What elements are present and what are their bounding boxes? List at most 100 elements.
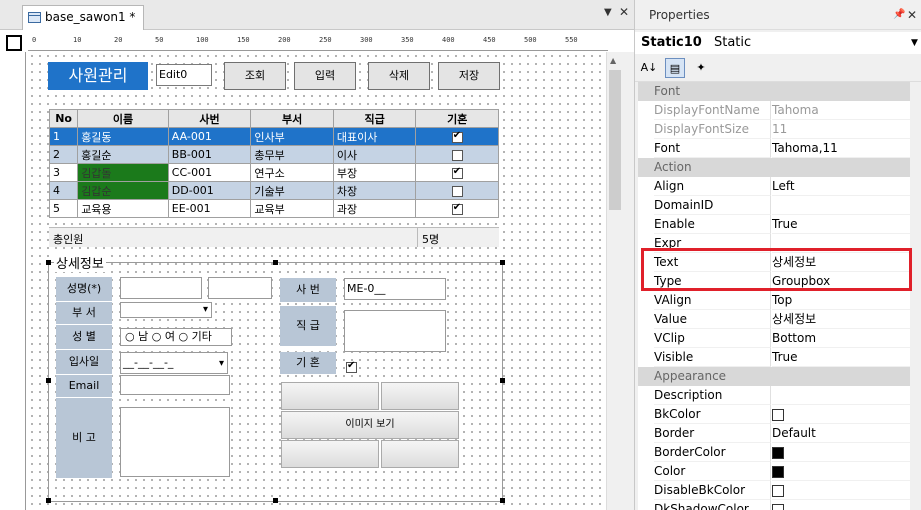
property-category[interactable]: −Action	[638, 158, 910, 177]
property-grid[interactable]: −FontDisplayFontNameTahomaDisplayFontSiz…	[638, 82, 910, 510]
dept-combo[interactable]	[120, 302, 212, 318]
grid-cell-married[interactable]	[415, 163, 499, 182]
property-grid-scrollbar[interactable]	[910, 82, 921, 510]
document-tab[interactable]: base_sawon1 *	[22, 5, 145, 30]
table-row[interactable]: 2 홍길순 BB-001 총무부 이사	[48, 145, 499, 164]
rank-input[interactable]	[344, 310, 446, 352]
property-value[interactable]	[772, 500, 910, 510]
property-row[interactable]: Font Tahoma,11	[638, 139, 910, 158]
grid-cell-dept[interactable]: 인사부	[250, 127, 334, 146]
grid-cell-married[interactable]	[415, 181, 499, 200]
grid-cell-id[interactable]: DD-001	[167, 181, 252, 200]
property-value[interactable]: 상세정보	[772, 310, 910, 329]
property-row[interactable]: DisplayFontSize 11	[638, 120, 910, 139]
scrollbar-thumb[interactable]	[609, 70, 621, 210]
grid-cell-married[interactable]	[415, 145, 499, 164]
grid-cell-no[interactable]: 2	[48, 145, 79, 164]
property-row[interactable]: Align Left	[638, 177, 910, 196]
chevron-down-icon[interactable]: ▼	[911, 32, 918, 54]
property-row[interactable]: BorderColor	[638, 443, 910, 462]
button-3[interactable]: 저장	[438, 62, 500, 90]
gender-radio-group[interactable]: ○ 남 ○ 여 ○ 기타	[120, 328, 232, 346]
property-row[interactable]: VClip Bottom	[638, 329, 910, 348]
property-row[interactable]: Visible True	[638, 348, 910, 367]
tab-list-dropdown-icon[interactable]: ▼	[604, 7, 612, 18]
property-value[interactable]: True	[772, 348, 910, 367]
property-row[interactable]: Description	[638, 386, 910, 405]
grid-header-cell[interactable]: 사번	[167, 109, 252, 128]
grid-cell-name[interactable]: 김갑순	[77, 181, 169, 200]
title-static[interactable]: 사원관리	[48, 62, 148, 90]
property-value[interactable]: True	[772, 215, 910, 234]
property-category[interactable]: −Appearance	[638, 367, 910, 386]
grid-header-cell[interactable]: 부서	[250, 109, 334, 128]
property-row[interactable]: DisplayFontName Tahoma	[638, 101, 910, 120]
grid-cell-rank[interactable]: 부장	[332, 163, 417, 182]
joined-date-combo[interactable]: __-__-__-_	[120, 352, 228, 374]
property-row[interactable]: BkColor	[638, 405, 910, 424]
sort-alphabetical-icon[interactable]: A↓	[639, 58, 659, 78]
table-row[interactable]: 5 교육용 EE-001 교육부 과장	[48, 199, 499, 218]
property-value[interactable]: Left	[772, 177, 910, 196]
categorized-view-icon[interactable]: ▤	[665, 58, 685, 78]
property-category[interactable]: −Font	[638, 82, 910, 101]
pin-icon[interactable]: 📌	[893, 0, 905, 30]
scroll-up-icon[interactable]: ▲	[610, 56, 616, 65]
property-value[interactable]: Tahoma	[772, 101, 910, 120]
grid-cell-married[interactable]	[415, 199, 499, 218]
grid-header-cell[interactable]: 기혼	[415, 109, 499, 128]
table-row[interactable]: 4 김갑순 DD-001 기술부 차장	[48, 181, 499, 200]
property-row[interactable]: Border Default	[638, 424, 910, 443]
grid-cell-id[interactable]: BB-001	[167, 145, 252, 164]
image-button-2[interactable]	[381, 382, 459, 410]
grid-cell-rank[interactable]: 이사	[332, 145, 417, 164]
grid-cell-id[interactable]: EE-001	[167, 199, 252, 218]
image-button-5[interactable]	[381, 440, 459, 468]
radio-other[interactable]: ○ 기타	[178, 330, 211, 343]
property-value[interactable]	[772, 196, 910, 215]
image-view-button[interactable]: 이미지 보기	[281, 411, 459, 439]
property-row[interactable]: DomainID	[638, 196, 910, 215]
grid-cell-dept[interactable]: 연구소	[250, 163, 334, 182]
selection-handle[interactable]	[500, 260, 505, 265]
property-value[interactable]: Tahoma,11	[772, 139, 910, 158]
grid-header-cell[interactable]: No	[48, 109, 79, 128]
married-checkbox-cell[interactable]	[451, 185, 463, 197]
property-value[interactable]: Top	[772, 291, 910, 310]
property-row[interactable]: DisableBkColor	[638, 481, 910, 500]
property-value[interactable]: 11	[772, 120, 910, 139]
property-value[interactable]: Default	[772, 424, 910, 443]
married-checkbox-cell[interactable]	[451, 149, 463, 161]
property-row[interactable]: VAlign Top	[638, 291, 910, 310]
grid-cell-rank[interactable]: 차장	[332, 181, 417, 200]
property-row[interactable]: Color	[638, 462, 910, 481]
button-2[interactable]: 삭제	[368, 62, 430, 90]
table-row[interactable]: 3 김갑돌 CC-001 연구소 부장	[48, 163, 499, 182]
grid-cell-name[interactable]: 홍길동	[77, 127, 169, 146]
name-input-2[interactable]	[208, 277, 272, 299]
button-0[interactable]: 조회	[224, 62, 286, 90]
married-checkbox-cell[interactable]	[451, 202, 463, 215]
grid-cell-name[interactable]: 홍길순	[77, 145, 169, 164]
property-row[interactable]: DkShadowColor	[638, 500, 910, 510]
selection-handle[interactable]	[500, 498, 505, 503]
property-row[interactable]: Enable True	[638, 215, 910, 234]
property-value[interactable]	[772, 481, 910, 500]
married-checkbox-cell[interactable]	[451, 130, 463, 143]
grid-header-cell[interactable]: 직급	[332, 109, 417, 128]
property-value[interactable]: Bottom	[772, 329, 910, 348]
button-1[interactable]: 입력	[294, 62, 356, 90]
property-value[interactable]	[772, 462, 910, 481]
property-value[interactable]	[772, 386, 910, 405]
grid-cell-rank[interactable]: 과장	[332, 199, 417, 218]
table-row[interactable]: 1 홍길동 AA-001 인사부 대표이사	[48, 127, 499, 146]
grid-cell-no[interactable]: 4	[48, 181, 79, 200]
employee-grid[interactable]: No이름사번부서직급기혼 1홍길동AA-001인사부대표이사2홍길순BB-001…	[48, 109, 499, 218]
selection-handle[interactable]	[273, 498, 278, 503]
selection-handle[interactable]	[46, 378, 51, 383]
grid-cell-dept[interactable]: 총무부	[250, 145, 334, 164]
radio-male[interactable]: ○ 남	[125, 330, 148, 343]
name-input[interactable]	[120, 277, 202, 299]
married-checkbox[interactable]	[346, 360, 357, 373]
edit0-field[interactable]: Edit0	[156, 64, 212, 86]
